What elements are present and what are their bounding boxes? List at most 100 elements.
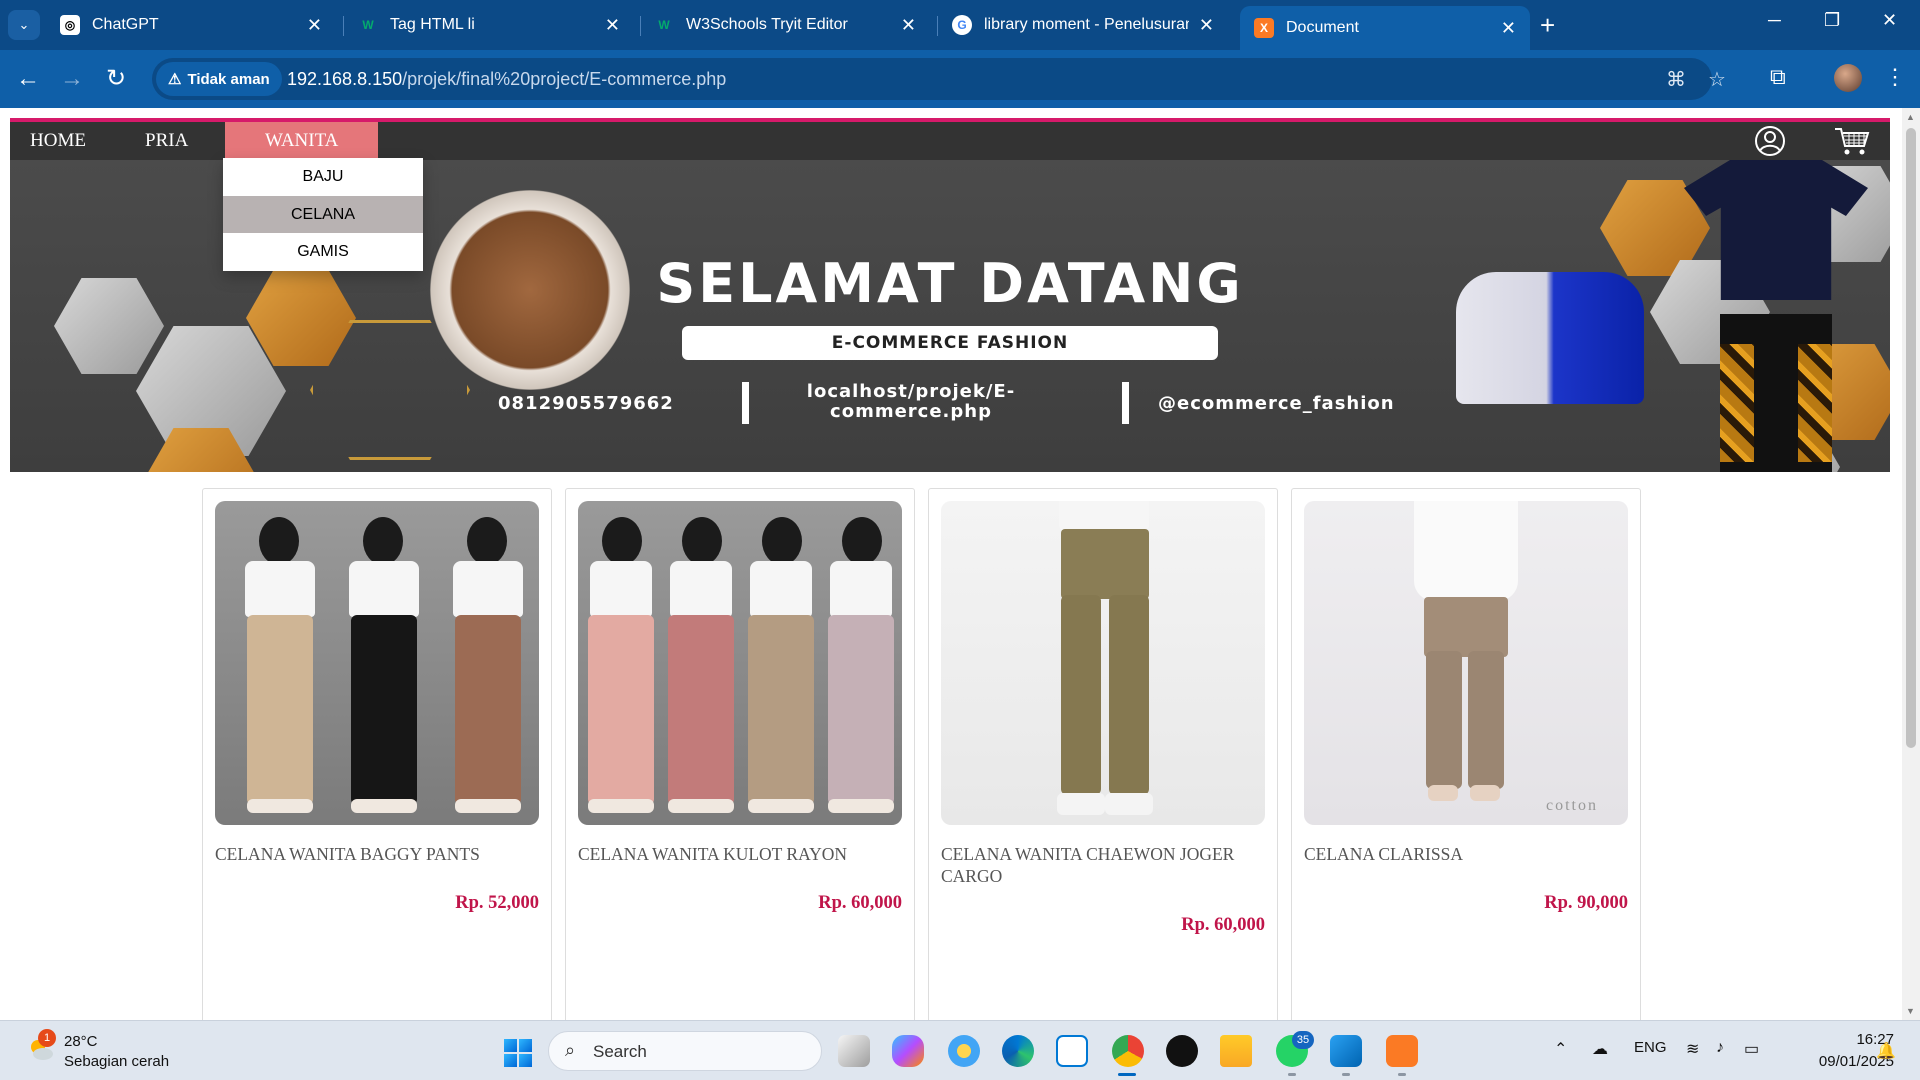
banner-divider [1122,382,1129,424]
dropdown-item-celana[interactable]: CELANA [223,195,423,233]
vscode-icon[interactable] [1330,1035,1362,1067]
url-text[interactable]: 192.168.8.150/projek/final%20project/E-c… [287,69,726,90]
pants-image [1720,314,1832,472]
microsoft-store-icon[interactable] [1056,1035,1088,1067]
windows-taskbar: 1 28°C Sebagian cerah ⌕ Search 35 ⌃ ☁ EN… [0,1020,1920,1080]
extensions-icon[interactable]: ⧉ [1770,64,1786,90]
shopping-cart-icon[interactable] [1834,125,1870,157]
product-name[interactable]: CELANA WANITA BAGGY PANTS [215,843,541,865]
xampp-icon: X [1254,18,1274,38]
product-name[interactable]: CELANA WANITA CHAEWON JOGER CARGO [941,843,1267,887]
product-name[interactable]: CELANA CLARISSA [1304,843,1630,865]
dropdown-item-baju[interactable]: BAJU [223,158,423,196]
product-image[interactable] [941,501,1265,825]
restore-icon[interactable]: ❐ [1824,10,1840,31]
xampp-icon[interactable] [1386,1035,1418,1067]
whatsapp-badge: 35 [1292,1031,1314,1049]
nav-wanita[interactable]: WANITA [225,122,379,160]
volume-icon[interactable]: ♪ [1716,1039,1724,1057]
product-image[interactable] [578,501,902,825]
w3schools-icon: W [658,18,670,32]
chrome-icon[interactable] [1112,1035,1144,1067]
product-card[interactable]: cotton CELANA CLARISSA Rp. 90,000 [1291,488,1641,1020]
tab-search-button[interactable]: ⌄ [8,10,40,40]
minimize-icon[interactable]: ─ [1768,10,1781,31]
product-card[interactable]: CELANA WANITA BAGGY PANTS Rp. 52,000 [202,488,552,1020]
taskbar-search[interactable]: ⌕ Search [548,1031,822,1071]
settings-app-icon[interactable] [948,1035,980,1067]
weather-description[interactable]: Sebagian cerah [64,1053,169,1070]
window-close-icon[interactable]: ✕ [1882,10,1897,31]
tab-title: ChatGPT [92,16,159,33]
close-icon[interactable]: ✕ [605,15,620,36]
edge-icon[interactable] [1002,1035,1034,1067]
vertical-scrollbar[interactable]: ▲ ▼ [1902,108,1920,1020]
banner-site-line1: localhost/projek/E- [806,381,1016,402]
close-icon[interactable]: ✕ [1199,15,1214,36]
nav-home[interactable]: HOME [30,122,86,160]
banner-handle: @ecommerce_fashion [1158,393,1395,414]
product-name[interactable]: CELANA WANITA KULOT RAYON [578,843,904,865]
wanita-dropdown-menu: BAJU CELANA GAMIS [223,158,423,271]
running-app-indicator [1342,1073,1350,1076]
tab-title: library moment - Penelusuran G [984,16,1189,33]
banner-divider [742,382,749,424]
dropdown-item-gamis[interactable]: GAMIS [223,233,423,271]
pants-camo-panel [1720,344,1754,462]
wifi-icon[interactable]: ≋ [1686,1039,1699,1059]
new-tab-icon[interactable]: + [1540,10,1555,40]
back-icon[interactable]: ← [16,64,40,94]
tab-title: W3Schools Tryit Editor [686,16,848,33]
hoodie-image [1456,272,1644,404]
copilot-icon[interactable] [892,1035,924,1067]
active-app-indicator [1118,1073,1136,1076]
tab-document[interactable]: X Document ✕ [1240,6,1530,50]
tab-w3schools-tryit[interactable]: W W3Schools Tryit Editor ✕ [640,6,930,44]
file-explorer-icon[interactable] [1220,1035,1252,1067]
running-app-indicator [1398,1073,1406,1076]
tab-google-search[interactable]: G library moment - Penelusuran G ✕ [938,6,1228,44]
tab-chatgpt[interactable]: ◎ ChatGPT ✕ [46,6,336,44]
product-card[interactable]: CELANA WANITA KULOT RAYON Rp. 60,000 [565,488,915,1020]
weather-temperature[interactable]: 28°C [64,1033,98,1050]
menu-kebab-icon[interactable]: ⋮ [1884,64,1906,90]
windows-start-icon[interactable] [504,1039,532,1067]
scroll-up-icon[interactable]: ▲ [1906,112,1915,122]
browser-toolbar: ← → ↻ ⚠ Tidak aman 192.168.8.150/projek/… [0,50,1920,108]
banner-site-line2: commerce.php [830,401,992,422]
banner-site: localhost/projek/E- commerce.php [796,382,1026,422]
security-label: Tidak aman [187,70,270,88]
reload-icon[interactable]: ↻ [106,64,126,94]
pants-camo-panel [1798,344,1832,462]
address-bar[interactable]: ⚠ Tidak aman 192.168.8.150/projek/final%… [152,58,1726,100]
scroll-down-icon[interactable]: ▼ [1906,1006,1915,1016]
translate-icon[interactable]: ⌘ [1666,67,1686,92]
warning-icon: ⚠ [168,71,182,88]
weather-badge: 1 [38,1029,56,1047]
show-hidden-icons-icon[interactable]: ⌃ [1554,1039,1567,1059]
bookmark-star-icon[interactable]: ☆ [1708,67,1726,92]
profile-avatar[interactable] [1834,64,1862,92]
notification-bell-icon[interactable]: 🔔 [1876,1041,1896,1061]
language-indicator[interactable]: ENG [1634,1039,1667,1056]
product-card[interactable]: CELANA WANITA CHAEWON JOGER CARGO Rp. 60… [928,488,1278,1020]
product-image[interactable] [215,501,539,825]
forward-icon[interactable]: → [60,64,84,94]
close-icon[interactable]: ✕ [901,15,916,36]
task-view-icon[interactable] [838,1035,870,1067]
user-account-icon[interactable] [1754,125,1786,157]
close-icon[interactable]: ✕ [1501,18,1516,39]
scrollbar-thumb[interactable] [1906,128,1916,748]
nav-pria[interactable]: PRIA [145,122,188,160]
url-host: 192.168.8.150 [287,69,403,89]
security-chip[interactable]: ⚠ Tidak aman [156,62,282,96]
tiktok-icon[interactable] [1166,1035,1198,1067]
chatgpt-icon: ◎ [60,15,80,35]
tab-title: Document [1286,19,1359,36]
product-image[interactable]: cotton [1304,501,1628,825]
product-price: Rp. 60,000 [1181,915,1265,935]
close-icon[interactable]: ✕ [307,15,322,36]
onedrive-icon[interactable]: ☁ [1592,1039,1608,1059]
tab-tag-html-li[interactable]: W Tag HTML li ✕ [344,6,634,44]
battery-icon[interactable]: ▭ [1744,1039,1759,1059]
